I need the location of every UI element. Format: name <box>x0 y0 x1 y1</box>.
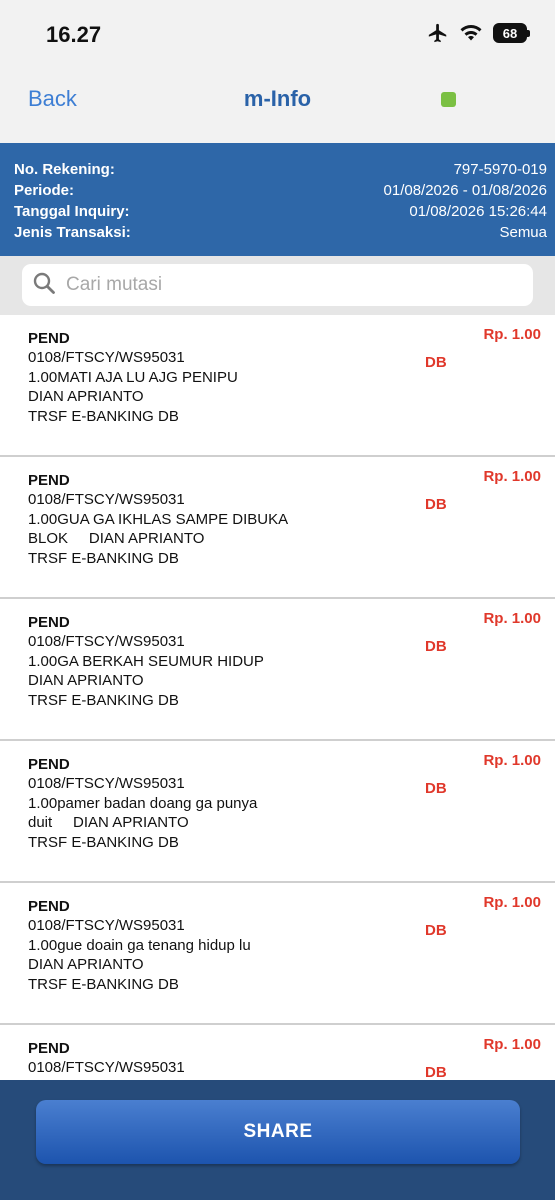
battery-icon: 68 <box>493 23 530 43</box>
navigation-bar: Back m-Info <box>0 70 555 143</box>
info-label: No. Rekening: <box>14 161 115 178</box>
page-title: m-Info <box>243 86 312 111</box>
transaction-item[interactable]: PEND 0108/FTSCY/WS95031 1.00GUA GA IKHLAS … <box>0 457 555 599</box>
transaction-description-line: TRSF E-BANKING DB <box>28 691 179 709</box>
account-info-panel: No. Rekening: 797-5970-019 Periode: 01/0… <box>0 143 555 256</box>
transaction-status: PEND <box>28 756 70 773</box>
transaction-list[interactable]: PEND 0108/FTSCY/WS95031 1.00MATI AJA LU AJ… <box>0 315 555 1080</box>
transaction-amount: Rp. 1.00 <box>483 752 541 769</box>
transaction-description-line: TRSF E-BANKING DB <box>28 407 179 425</box>
transaction-description-line: TRSF E-BANKING DB <box>28 833 179 851</box>
status-indicator <box>441 92 456 107</box>
transaction-item[interactable]: PEND 0108/FTSCY/WS95031 1.00GA BERKAH SEUM… <box>0 599 555 741</box>
info-label: Jenis Transaksi: <box>14 224 131 241</box>
transaction-type: DB <box>425 1064 447 1080</box>
transaction-item[interactable]: PEND 0108/FTSCY/WS95031 Rp. 1.00 DB <box>0 1025 555 1080</box>
back-button[interactable]: Back <box>28 86 77 112</box>
info-label: Tanggal Inquiry: <box>14 203 130 220</box>
transaction-status: PEND <box>28 1040 70 1057</box>
transaction-description-line: 1.00pamer badan doang ga punya <box>28 794 258 812</box>
transaction-item[interactable]: PEND 0108/FTSCY/WS95031 1.00MATI AJA LU AJ… <box>0 315 555 457</box>
transaction-amount: Rp. 1.00 <box>483 894 541 911</box>
transaction-status: PEND <box>28 614 70 631</box>
transaction-description-line: 0108/FTSCY/WS95031 <box>28 349 185 366</box>
transaction-type: DB <box>425 922 447 939</box>
transaction-description-line: 0108/FTSCY/WS95031 <box>28 633 185 650</box>
search-box[interactable] <box>22 264 533 306</box>
transaction-description-line: 1.00gue doain ga tenang hidup lu <box>28 936 251 954</box>
wifi-icon <box>459 23 483 43</box>
status-time: 16.27 <box>46 22 102 47</box>
info-value: 797-5970-019 <box>453 161 547 178</box>
transaction-amount: Rp. 1.00 <box>483 1036 541 1053</box>
transaction-item[interactable]: PEND 0108/FTSCY/WS95031 1.00pamer badan do… <box>0 741 555 883</box>
airplane-icon <box>427 22 449 44</box>
info-value: 01/08/2026 15:26:44 <box>409 203 547 220</box>
info-value: 01/08/2026 - 01/08/2026 <box>383 182 547 199</box>
transaction-description-line: 1.00GA BERKAH SEUMUR HIDUP <box>28 652 264 670</box>
search-icon <box>32 271 56 300</box>
transaction-description-line: 1.00MATI AJA LU AJG PENIPU <box>28 368 238 386</box>
transaction-amount: Rp. 1.00 <box>483 610 541 627</box>
info-row-period: Periode: 01/08/2026 - 01/08/2026 <box>14 180 547 201</box>
transaction-status: PEND <box>28 898 70 915</box>
transaction-description-line: 0108/FTSCY/WS95031 <box>28 1059 185 1076</box>
transaction-type: DB <box>425 354 447 371</box>
info-row-account-number: No. Rekening: 797-5970-019 <box>14 159 547 180</box>
bottom-bar: SHARE <box>0 1080 555 1200</box>
transaction-amount: Rp. 1.00 <box>483 468 541 485</box>
transaction-description-line: duit DIAN APRIANTO <box>28 814 189 831</box>
transaction-description-line: 0108/FTSCY/WS95031 <box>28 775 185 792</box>
transaction-item[interactable]: PEND 0108/FTSCY/WS95031 1.00gue doain ga t… <box>0 883 555 1025</box>
share-button[interactable]: SHARE <box>36 1100 520 1164</box>
transaction-amount: Rp. 1.00 <box>483 326 541 343</box>
info-value: Semua <box>499 224 547 241</box>
info-row-inquiry-date: Tanggal Inquiry: 01/08/2026 15:26:44 <box>14 201 547 222</box>
transaction-description-line: BLOK DIAN APRIANTO <box>28 530 205 547</box>
transaction-type: DB <box>425 638 447 655</box>
transaction-description-line: DIAN APRIANTO <box>28 672 144 689</box>
transaction-description-line: 0108/FTSCY/WS95031 <box>28 917 185 934</box>
transaction-type: DB <box>425 780 447 797</box>
transaction-status: PEND <box>28 472 70 489</box>
transaction-status: PEND <box>28 330 70 347</box>
transaction-description-line: TRSF E-BANKING DB <box>28 975 179 993</box>
status-bar: 16.27 68 <box>0 0 555 70</box>
status-icons: 68 <box>427 22 530 44</box>
search-input[interactable] <box>66 274 506 296</box>
transaction-description-line: DIAN APRIANTO <box>28 956 144 973</box>
info-row-transaction-type: Jenis Transaksi: Semua <box>14 222 547 243</box>
transaction-description-line: 1.00GUA GA IKHLAS SAMPE DIBUKA <box>28 510 289 528</box>
transaction-description-line: TRSF E-BANKING DB <box>28 549 179 567</box>
transaction-description-line: 0108/FTSCY/WS95031 <box>28 491 185 508</box>
transaction-description-line: DIAN APRIANTO <box>28 388 144 405</box>
search-area <box>0 256 555 315</box>
transaction-type: DB <box>425 496 447 513</box>
info-label: Periode: <box>14 182 75 199</box>
